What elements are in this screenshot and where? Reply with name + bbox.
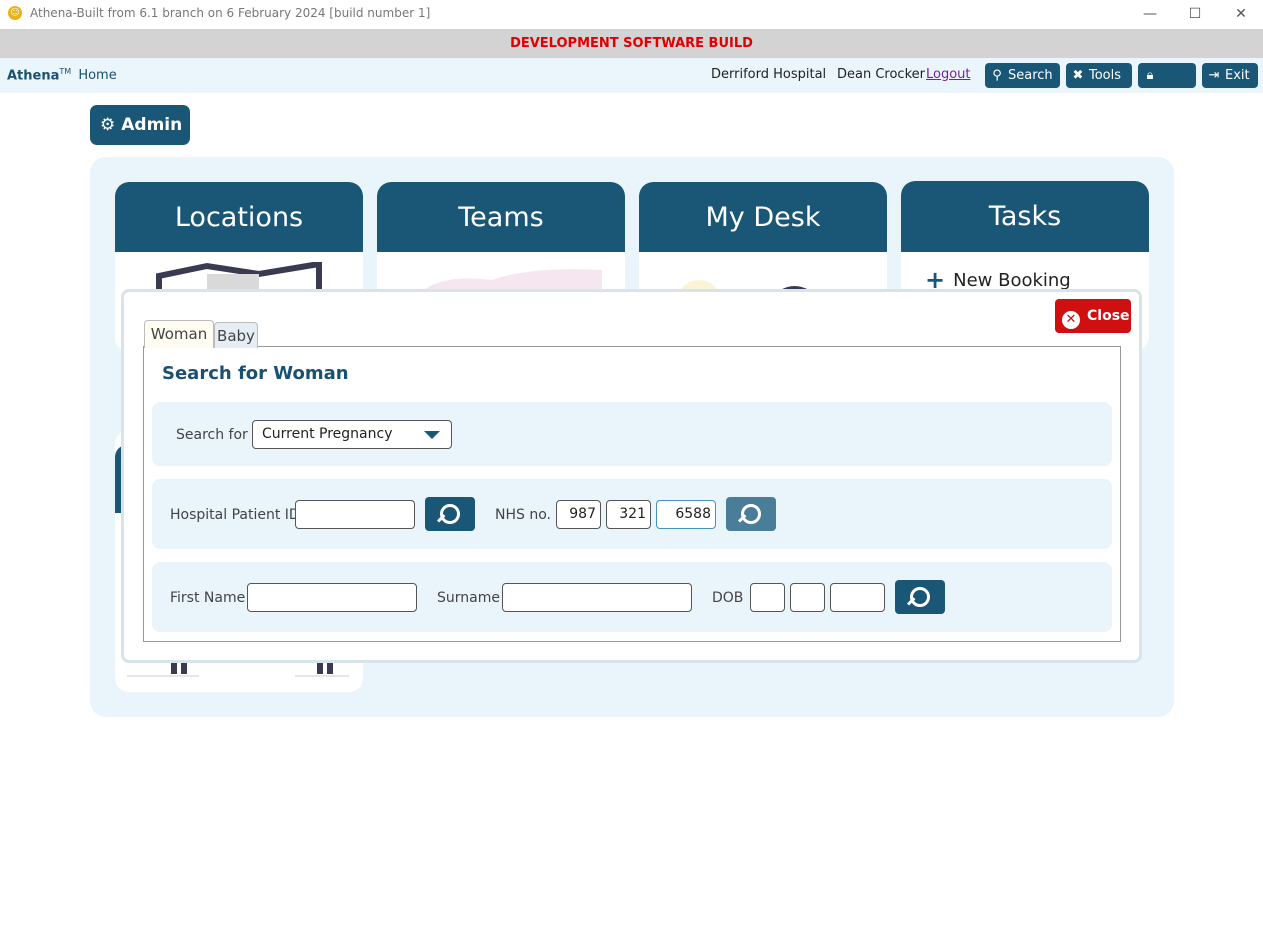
search-for-value: Current Pregnancy — [262, 426, 393, 442]
search-for-select[interactable]: Current Pregnancy — [252, 420, 452, 449]
tools-button-label: Tools — [1089, 68, 1122, 83]
card-teams-title: Teams — [377, 182, 625, 252]
card-my-desk-title: My Desk — [639, 182, 887, 252]
card-tasks-title: Tasks — [901, 181, 1149, 252]
page-title: Search for Woman — [162, 363, 349, 384]
user-name: Dean Crocker — [837, 67, 925, 82]
chevron-down-icon — [424, 431, 440, 439]
nhs-number-part3-input[interactable]: 6588 — [656, 500, 716, 529]
home-link[interactable]: Home — [78, 68, 116, 83]
tab-baby[interactable]: Baby — [214, 322, 258, 348]
dob-month-input[interactable] — [790, 583, 825, 612]
exit-button-label: Exit — [1225, 68, 1250, 83]
lock-button-label: Lock — [1142, 93, 1172, 108]
dev-build-banner: DEVELOPMENT SOFTWARE BUILD — [0, 29, 1263, 58]
hospital-id-search-button[interactable] — [425, 497, 475, 531]
hospital-patient-id-input[interactable] — [295, 500, 415, 529]
breadcrumb: AthenaTM Home — [7, 67, 117, 83]
app-logo-icon: ☺ — [8, 6, 22, 20]
card-locations-title: Locations — [115, 182, 363, 252]
nhs-search-button[interactable] — [726, 497, 776, 531]
window-title: Athena-Built from 6.1 branch on 6 Februa… — [30, 6, 431, 20]
admin-button[interactable]: ⚙ Admin — [90, 105, 190, 145]
lock-button[interactable]: 🔒︎ Lock — [1138, 63, 1196, 108]
tools-button[interactable]: ✖ Tools — [1066, 63, 1132, 88]
first-name-input[interactable] — [247, 583, 417, 612]
close-button-label: Close — [1087, 308, 1130, 324]
exit-icon: ⇥ — [1208, 68, 1220, 83]
hospital-name: Derriford Hospital — [711, 67, 827, 82]
window-close-button[interactable]: ✕ — [1226, 2, 1256, 26]
surname-label: Surname — [437, 590, 500, 606]
close-button[interactable]: ✕ Close — [1055, 299, 1131, 333]
dob-label: DOB — [712, 590, 744, 606]
name-search-button[interactable] — [895, 580, 945, 614]
nhs-number-part1-input[interactable]: 987 — [556, 500, 601, 529]
admin-button-label: Admin — [121, 115, 183, 135]
hospital-patient-id-label: Hospital Patient ID — [170, 507, 300, 523]
search-button[interactable]: ⚲ Search — [985, 63, 1060, 88]
minimize-button[interactable]: — — [1135, 2, 1165, 26]
dob-year-input[interactable] — [830, 583, 885, 612]
search-for-label: Search for — [176, 427, 248, 443]
nhs-number-part2-input[interactable]: 321 — [606, 500, 651, 529]
window-titlebar: ☺ Athena-Built from 6.1 branch on 6 Febr… — [0, 0, 1263, 29]
tab-woman[interactable]: Woman — [144, 320, 214, 348]
surname-input[interactable] — [502, 583, 692, 612]
brand-name: Athena — [7, 68, 60, 84]
search-icon: ⚲ — [992, 68, 1002, 83]
tools-icon: ✖ — [1072, 68, 1084, 83]
trademark: TM — [59, 67, 72, 76]
gear-icon: ⚙ — [100, 115, 116, 135]
exit-button[interactable]: ⇥ Exit — [1202, 63, 1258, 88]
dob-day-input[interactable] — [750, 583, 785, 612]
nhs-number-label: NHS no. — [495, 507, 551, 523]
new-booking-label: New Booking — [953, 270, 1071, 291]
search-button-label: Search — [1008, 68, 1053, 83]
first-name-label: First Name — [170, 590, 246, 606]
top-navbar: AthenaTM Home Derriford Hospital Dean Cr… — [0, 58, 1263, 108]
close-icon: ✕ — [1062, 311, 1080, 329]
lock-icon: 🔒︎ — [1146, 68, 1154, 83]
logout-link[interactable]: Logout — [926, 67, 971, 82]
maximize-button[interactable]: ☐ — [1180, 2, 1210, 26]
